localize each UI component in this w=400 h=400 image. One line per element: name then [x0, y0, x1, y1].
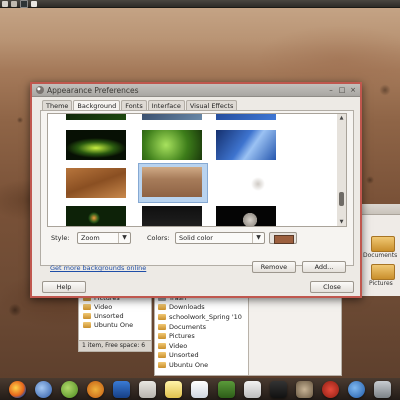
- folder-icon: [158, 313, 166, 320]
- dock: [0, 378, 400, 400]
- gimp-icon[interactable]: [295, 380, 313, 398]
- sidebar-item-schoolwork[interactable]: schoolwork_Spring '10: [155, 312, 249, 322]
- sidebar-item-unsorted[interactable]: Unsorted: [155, 351, 249, 361]
- sidebar-item-ubuntu-one[interactable]: Ubuntu One: [155, 360, 249, 370]
- wallpaper-thumbnail-dark[interactable]: [142, 206, 202, 226]
- system-monitor-icon[interactable]: [217, 380, 235, 398]
- get-more-backgrounds-link[interactable]: Get more backgrounds online: [50, 264, 146, 272]
- pictures-folder-icon[interactable]: [371, 264, 395, 280]
- sidebar-item-documents[interactable]: Documents: [155, 322, 249, 332]
- documents-folder-label: Documents: [363, 252, 398, 259]
- chevron-down-icon: ▼: [252, 233, 264, 243]
- scrollbar-thumb[interactable]: [339, 192, 344, 206]
- file-manager-left-sidebar: Pictures Video Unsorted Ubuntu One 1 ite…: [78, 292, 152, 352]
- documents-folder-icon[interactable]: [371, 236, 395, 252]
- wallpaper-thumbnail-leaves[interactable]: [142, 130, 202, 160]
- firefox-icon[interactable]: [8, 380, 26, 398]
- tab-interface[interactable]: Interface: [147, 100, 185, 110]
- sidebar-item-downloads[interactable]: Downloads: [155, 303, 249, 313]
- style-label: Style:: [51, 234, 70, 242]
- rhythmbox-icon[interactable]: [86, 380, 104, 398]
- file-manager-middle-content: [248, 292, 342, 376]
- banshee-icon[interactable]: [113, 380, 131, 398]
- folder-icon: [83, 321, 91, 328]
- color-swatch: [274, 235, 294, 244]
- help-button[interactable]: Help: [42, 281, 86, 293]
- wallpaper-thumbnail-brown-texture[interactable]: [66, 168, 126, 198]
- transmission-icon[interactable]: [322, 380, 340, 398]
- file-manager-middle-sidebar: Trash Downloads schoolwork_Spring '10 Do…: [154, 292, 250, 376]
- tab-visual-effects[interactable]: Visual Effects: [185, 100, 238, 110]
- document-viewer-icon[interactable]: [243, 380, 261, 398]
- background-tab-panel: ▲ ▼ Style: Zoom ▼ Colors: Solid color ▼: [40, 110, 354, 266]
- folder-icon: [158, 352, 166, 359]
- scroll-up-icon[interactable]: ▲: [337, 114, 346, 122]
- close-button-label: Close: [323, 283, 341, 291]
- help-button-label: Help: [56, 283, 72, 291]
- applications-menu-icon[interactable]: [2, 0, 8, 7]
- style-colors-row: Style: Zoom ▼ Colors: Solid color ▼: [51, 232, 351, 245]
- dialog-title: Appearance Preferences: [47, 85, 139, 95]
- thunderbird-icon[interactable]: [34, 380, 52, 398]
- trash-icon[interactable]: [374, 380, 392, 398]
- color-picker-button[interactable]: [269, 232, 297, 244]
- sidebar-item-unsorted[interactable]: Unsorted: [79, 311, 151, 320]
- status-bar: 1 item, Free space: 6: [79, 340, 151, 351]
- google-earth-icon[interactable]: [348, 380, 366, 398]
- tab-bar: Theme Background Fonts Interface Visual …: [42, 100, 238, 112]
- pictures-folder-label: Pictures: [369, 280, 393, 287]
- wallpaper-thumbnail-blue-abstract[interactable]: [216, 130, 276, 160]
- minimize-icon[interactable]: –: [327, 86, 335, 94]
- folder-icon: [158, 304, 166, 311]
- folder-icon: [83, 303, 91, 310]
- messaging-icon[interactable]: [60, 380, 78, 398]
- home-folder-icon[interactable]: [11, 0, 17, 7]
- wallpaper-thumbnail-green-abstract[interactable]: [66, 130, 126, 160]
- appearance-app-icon: [36, 86, 44, 94]
- add-button[interactable]: Add...: [302, 261, 346, 273]
- folder-icon: [158, 333, 166, 340]
- notes-icon[interactable]: [165, 380, 183, 398]
- sidebar-item-ubuntu-one[interactable]: Ubuntu One: [79, 320, 151, 329]
- style-dropdown[interactable]: Zoom ▼: [77, 232, 131, 244]
- dialog-titlebar[interactable]: Appearance Preferences – □ ×: [32, 84, 360, 97]
- wallpaper-thumbnail[interactable]: [66, 114, 126, 120]
- sidebar-item-video[interactable]: Video: [155, 341, 249, 351]
- appearance-preferences-dialog: Appearance Preferences – □ × Theme Backg…: [30, 82, 362, 298]
- background-thumbnail-grid[interactable]: [47, 113, 339, 227]
- style-dropdown-value: Zoom: [81, 234, 100, 242]
- chevron-down-icon: ▼: [118, 233, 130, 243]
- add-button-label: Add...: [314, 263, 334, 271]
- close-icon[interactable]: ×: [349, 86, 357, 94]
- folder-icon: [158, 342, 166, 349]
- calculator-icon[interactable]: [139, 380, 157, 398]
- scroll-down-icon[interactable]: ▼: [337, 218, 346, 226]
- wallpaper-thumbnail-orange-berries[interactable]: [66, 206, 126, 226]
- colors-label: Colors:: [147, 234, 170, 242]
- remove-button-label: Remove: [260, 263, 288, 271]
- terminal-icon[interactable]: [20, 0, 28, 8]
- sidebar-item-video[interactable]: Video: [79, 302, 151, 311]
- sidebar-item-pictures[interactable]: Pictures: [155, 331, 249, 341]
- colors-dropdown-value: Solid color: [179, 234, 213, 242]
- wallpaper-thumbnail[interactable]: [142, 114, 202, 120]
- folder-icon: [83, 312, 91, 319]
- wallpaper-thumbnail[interactable]: [216, 114, 276, 120]
- wallpaper-thumbnail-white-logo[interactable]: [216, 168, 276, 198]
- text-editor-icon[interactable]: [191, 380, 209, 398]
- close-button[interactable]: Close: [310, 281, 354, 293]
- folder-icon: [158, 361, 166, 368]
- tab-theme[interactable]: Theme: [42, 100, 73, 110]
- remove-button[interactable]: Remove: [252, 261, 296, 273]
- thumbnail-scrollbar[interactable]: ▲ ▼: [337, 113, 347, 227]
- wallpaper-thumbnail-moon[interactable]: [216, 206, 276, 226]
- inkscape-icon[interactable]: [269, 380, 287, 398]
- text-editor-icon[interactable]: [31, 0, 37, 7]
- wallpaper-thumbnail-mars[interactable]: [142, 167, 202, 197]
- folder-icon: [158, 323, 166, 330]
- colors-dropdown[interactable]: Solid color ▼: [175, 232, 265, 244]
- tab-fonts[interactable]: Fonts: [121, 100, 147, 110]
- top-panel: [0, 0, 400, 8]
- maximize-icon[interactable]: □: [338, 86, 346, 94]
